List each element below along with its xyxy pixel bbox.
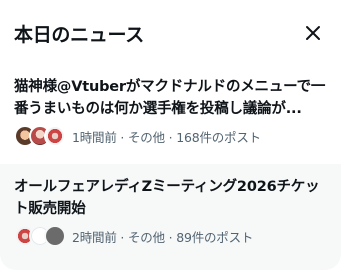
- close-button[interactable]: [301, 21, 325, 45]
- avatar: [44, 125, 66, 147]
- news-item[interactable]: オールフェアレディZミーティング2026チケット販売開始 2時間前 · その他 …: [0, 164, 341, 270]
- news-meta-text: 2時間前 · その他 · 89件のポスト: [72, 229, 254, 245]
- news-panel: 本日のニュース 猫神様@Vtuberがマクドナルドのメニューで一番うまいものは何…: [0, 0, 341, 270]
- panel-header: 本日のニュース: [0, 0, 341, 66]
- avatar: [44, 225, 66, 247]
- news-meta: 2時間前 · その他 · 89件のポスト: [14, 224, 327, 248]
- avatar-group: [14, 125, 66, 147]
- news-meta: 1時間前 · その他 · 168件のポスト: [14, 124, 327, 148]
- close-icon: [306, 26, 320, 40]
- news-item[interactable]: 猫神様@Vtuberがマクドナルドのメニューで一番うまいものは何か選手権を投稿し…: [0, 76, 341, 164]
- panel-title: 本日のニュース: [14, 23, 144, 46]
- news-title: オールフェアレディZミーティング2026チケット販売開始: [14, 179, 320, 217]
- avatar-group: [14, 225, 66, 247]
- news-title: 猫神様@Vtuberがマクドナルドのメニューで一番うまいものは何か選手権を投稿し…: [14, 79, 326, 117]
- news-meta-text: 1時間前 · その他 · 168件のポスト: [72, 129, 261, 145]
